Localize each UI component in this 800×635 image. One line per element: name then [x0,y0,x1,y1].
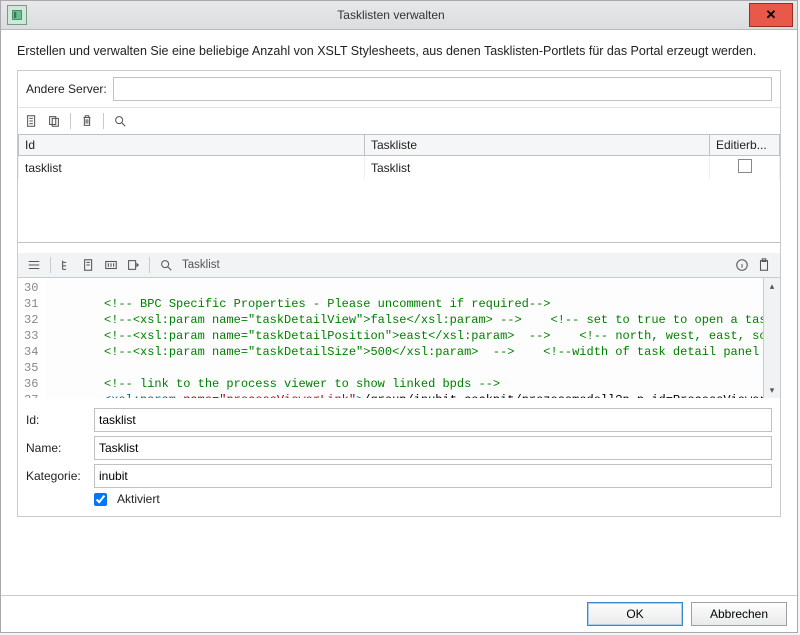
close-button[interactable]: ✕ [749,3,793,27]
scroll-up-icon[interactable]: ▴ [764,278,780,294]
active-checkbox[interactable] [94,493,107,506]
cancel-button[interactable]: Abbrechen [691,602,787,626]
col-id[interactable]: Id [19,135,365,156]
col-editable[interactable]: Editierb... [710,135,780,156]
doc-icon[interactable] [79,255,99,275]
close-icon: ✕ [766,7,777,23]
name-field[interactable] [94,436,772,460]
detail-form: Id: Name: Kategorie: Aktiviert [18,398,780,516]
editor-toolbar: Tasklist [18,253,780,278]
id-label: Id: [26,413,88,427]
cell-tasklist: Tasklist [365,156,710,179]
tasklist-table: Id Taskliste Editierb... [18,134,780,156]
other-server-input[interactable] [113,77,772,101]
category-label: Kategorie: [26,469,88,483]
vertical-scrollbar[interactable]: ▴ ▾ [763,278,780,398]
cell-id: tasklist [19,156,365,179]
active-label[interactable]: Aktiviert [117,492,160,506]
dialog-button-bar: OK Abbrechen [1,595,797,632]
name-label: Name: [26,441,88,455]
clipboard-icon[interactable] [754,255,774,275]
category-field[interactable] [94,464,772,488]
scroll-down-icon[interactable]: ▾ [764,382,780,398]
tasklist-panel: Andere Server: Id Taskliste Editierb... [17,70,781,517]
tasklist-toolbar [18,107,780,134]
code-editor[interactable]: 3031323334353637 <!-- BPC Specific Prope… [18,278,780,398]
code-area[interactable]: <!-- BPC Specific Properties - Please un… [46,278,763,398]
ok-button[interactable]: OK [587,602,683,626]
line-gutter: 3031323334353637 [18,278,46,398]
info-icon[interactable] [732,255,752,275]
titlebar: Tasklisten verwalten ✕ [1,1,797,30]
new-icon[interactable] [22,111,42,131]
tree-icon[interactable] [57,255,77,275]
dialog-description: Erstellen und verwalten Sie eine beliebi… [17,42,781,60]
copy-icon[interactable] [44,111,64,131]
editor-breadcrumb: Tasklist [182,259,220,271]
editor-search-icon[interactable] [156,255,176,275]
id-field[interactable] [94,408,772,432]
search-icon[interactable] [110,111,130,131]
cell-editable[interactable] [710,156,780,179]
table-header-row: Id Taskliste Editierb... [19,135,780,156]
app-icon [7,5,27,25]
export-icon[interactable] [123,255,143,275]
table-row[interactable]: tasklist Tasklist [19,156,780,179]
checkbox-icon[interactable] [738,159,752,173]
other-server-label: Andere Server: [26,82,107,96]
col-tasklist[interactable]: Taskliste [365,135,710,156]
menu-icon[interactable] [24,255,44,275]
window-title: Tasklisten verwalten [33,8,749,22]
delete-icon[interactable] [77,111,97,131]
hex-icon[interactable] [101,255,121,275]
